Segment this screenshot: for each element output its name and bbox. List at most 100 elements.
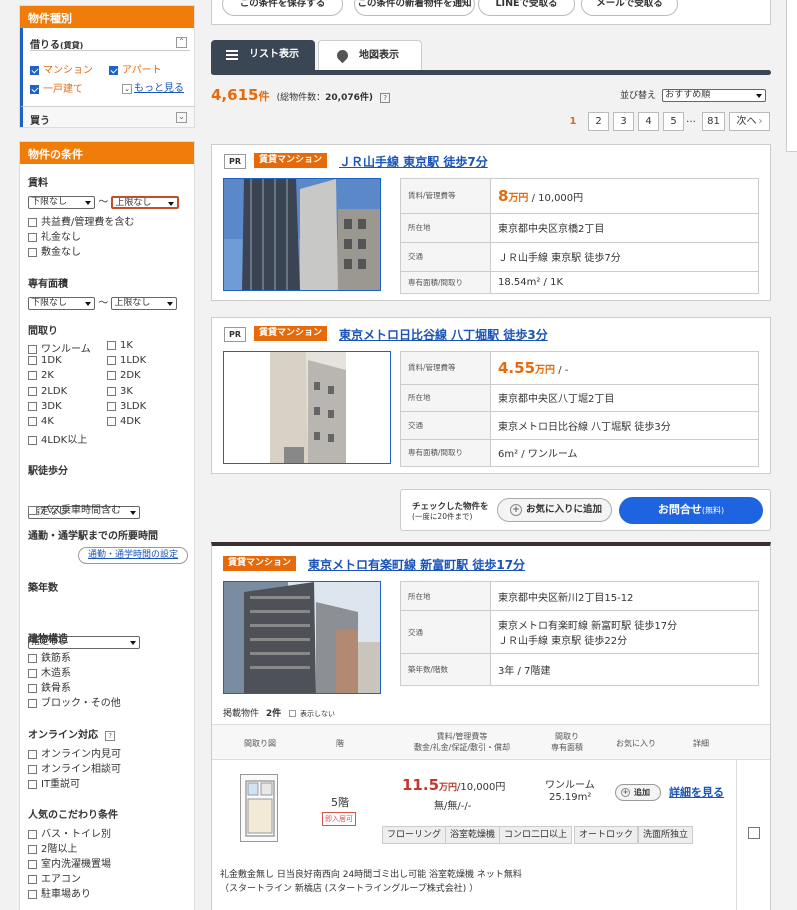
checkbox-icon[interactable] — [28, 401, 37, 411]
popular-checkbox[interactable]: バス・トイレ別 — [28, 825, 111, 840]
tab-map-view[interactable]: 地図表示 — [318, 40, 422, 70]
checkbox-icon[interactable] — [28, 386, 37, 396]
page-link[interactable]: 3 — [613, 112, 634, 131]
checkbox-icon[interactable] — [28, 370, 37, 380]
help-icon[interactable]: ? — [105, 731, 116, 741]
commute-settings-button[interactable]: 通勤・通学時間の設定 — [78, 547, 188, 564]
structure-checkbox[interactable]: 鉄骨系 — [28, 679, 71, 694]
popular-checkbox[interactable]: 駐車場あり — [28, 885, 91, 900]
checkbox-icon[interactable] — [28, 749, 37, 759]
checkbox-icon[interactable] — [107, 401, 116, 411]
structure-checkbox[interactable]: 鉄筋系 — [28, 649, 71, 664]
layout-checkbox[interactable]: 1K — [107, 340, 133, 351]
listing-photo[interactable] — [223, 351, 391, 464]
checkbox-icon[interactable] — [28, 247, 37, 257]
listing-title-link[interactable]: ＪＲ山手線 東京駅 徒歩7分 — [339, 153, 488, 170]
page-link[interactable]: 2 — [588, 112, 609, 131]
layout-checkbox[interactable]: 1DK — [28, 355, 62, 366]
checkbox-icon[interactable] — [109, 65, 118, 75]
floor-plan-image[interactable] — [240, 774, 278, 842]
popular-checkbox[interactable]: 2階以上 — [28, 840, 77, 855]
add-favorite-small-button[interactable]: + 追加 — [615, 784, 661, 801]
popular-checkbox[interactable]: エアコン — [28, 870, 81, 885]
structure-checkbox[interactable]: 木造系 — [28, 664, 71, 679]
checkbox-icon[interactable] — [28, 505, 37, 515]
option-no-deposit[interactable]: 敷金なし — [28, 243, 81, 258]
help-icon[interactable]: ? — [380, 93, 391, 103]
page-link-last[interactable]: 81 — [702, 112, 725, 131]
page-link[interactable]: 4 — [638, 112, 659, 131]
unit-row[interactable]: 5階 即入居可 11.5万円/10,000円 無/無/-/- ワンルーム 25.… — [212, 760, 770, 910]
more-types-link[interactable]: ⌄ もっと見る — [122, 79, 184, 94]
save-conditions-button[interactable]: この条件を保存する — [222, 0, 343, 16]
layout-checkbox[interactable]: ワンルーム — [28, 340, 91, 355]
listing-title-link[interactable]: 東京メトロ日比谷線 八丁堀駅 徒歩3分 — [339, 326, 548, 343]
checkbox-icon[interactable] — [30, 65, 39, 75]
checkbox-icon[interactable] — [28, 779, 37, 789]
area-max-select[interactable]: 上限なし — [111, 296, 178, 310]
inquiry-button[interactable]: お問合せ(無料) — [619, 497, 763, 524]
checkbox-icon[interactable] — [28, 435, 37, 445]
checkbox-icon[interactable] — [28, 683, 37, 693]
line-receive-button[interactable]: LINEで受取る — [478, 0, 575, 16]
rent-section[interactable]: 借りる(賃貸) ⌃ マンション アパート 一戸建て ⌄ もっと見る — [20, 28, 194, 106]
add-favorite-button[interactable]: + お気に入りに追加 — [497, 498, 612, 522]
online-checkbox[interactable]: オンライン内見可 — [28, 745, 121, 760]
checkbox-icon[interactable] — [28, 355, 37, 365]
layout-checkbox[interactable]: 4K — [28, 416, 54, 427]
type-checkbox-apartment[interactable]: アパート — [109, 61, 162, 76]
sort-select[interactable]: おすすめ順 — [662, 88, 767, 102]
layout-checkbox[interactable]: 3LDK — [107, 401, 146, 412]
checkbox-icon[interactable] — [28, 889, 37, 899]
checkbox-icon[interactable] — [28, 764, 37, 774]
checkbox-icon[interactable] — [28, 232, 37, 242]
detail-link[interactable]: 詳細を見る — [669, 784, 724, 800]
tab-list-view[interactable]: リスト表示 — [211, 40, 315, 70]
online-checkbox[interactable]: オンライン相談可 — [28, 760, 121, 775]
hide-checkbox[interactable] — [289, 710, 297, 717]
checkbox-icon[interactable] — [107, 370, 116, 380]
notify-new-button[interactable]: この条件の新着物件を通知 — [354, 0, 475, 16]
option-include-bus[interactable]: バス乗車時間含む — [28, 501, 121, 516]
layout-checkbox[interactable]: 2K — [28, 370, 54, 381]
layout-checkbox[interactable]: 4LDK以上 — [28, 431, 87, 446]
layout-checkbox[interactable]: 2DK — [107, 370, 141, 381]
collapse-rent-button[interactable]: ⌃ — [176, 37, 187, 48]
rent-min-select[interactable]: 下限なし — [28, 195, 95, 209]
checkbox-icon[interactable] — [28, 829, 37, 839]
checkbox-icon[interactable] — [107, 386, 116, 396]
online-checkbox[interactable]: IT重説可 — [28, 775, 80, 790]
layout-checkbox[interactable]: 1LDK — [107, 355, 146, 366]
building-photo[interactable] — [223, 581, 381, 694]
structure-checkbox[interactable]: ブロック・その他 — [28, 694, 121, 709]
buy-section[interactable]: 買う ⌄ — [20, 106, 194, 127]
checkbox-icon[interactable] — [28, 344, 37, 354]
area-min-select[interactable]: 下限なし — [28, 296, 95, 310]
option-no-key-money[interactable]: 礼金なし — [28, 228, 81, 243]
checkbox-icon[interactable] — [107, 355, 116, 365]
checkbox-icon[interactable] — [28, 844, 37, 854]
mail-receive-button[interactable]: メールで受取る — [581, 0, 678, 16]
checkbox-icon[interactable] — [28, 416, 37, 426]
type-checkbox-mansion[interactable]: マンション — [30, 61, 93, 76]
building-title-link[interactable]: 東京メトロ有楽町線 新富町駅 徒歩17分 — [308, 556, 525, 573]
next-page-button[interactable]: 次へ › — [729, 112, 770, 131]
checkbox-icon[interactable] — [107, 340, 116, 350]
checkbox-icon[interactable] — [28, 653, 37, 663]
layout-checkbox[interactable]: 4DK — [107, 416, 141, 427]
checkbox-icon[interactable] — [28, 217, 37, 227]
checkbox-icon[interactable] — [30, 84, 39, 94]
listing-photo[interactable] — [223, 178, 381, 291]
layout-checkbox[interactable]: 3DK — [28, 401, 62, 412]
option-include-fee[interactable]: 共益費/管理費を含む — [28, 213, 134, 228]
rent-max-select[interactable]: 上限なし — [111, 195, 180, 209]
checkbox-icon[interactable] — [28, 859, 37, 869]
checkbox-icon[interactable] — [28, 668, 37, 678]
listing-card[interactable]: PR 賃貸マンション 東京メトロ日比谷線 八丁堀駅 徒歩3分 賃料/管理費等 4.… — [211, 317, 771, 474]
checkbox-icon[interactable] — [28, 874, 37, 884]
type-checkbox-house[interactable]: 一戸建て — [30, 80, 83, 95]
page-link[interactable]: 5 — [663, 112, 684, 131]
unit-select-checkbox[interactable] — [748, 827, 760, 839]
layout-checkbox[interactable]: 3K — [107, 386, 133, 397]
checkbox-icon[interactable] — [28, 698, 37, 708]
